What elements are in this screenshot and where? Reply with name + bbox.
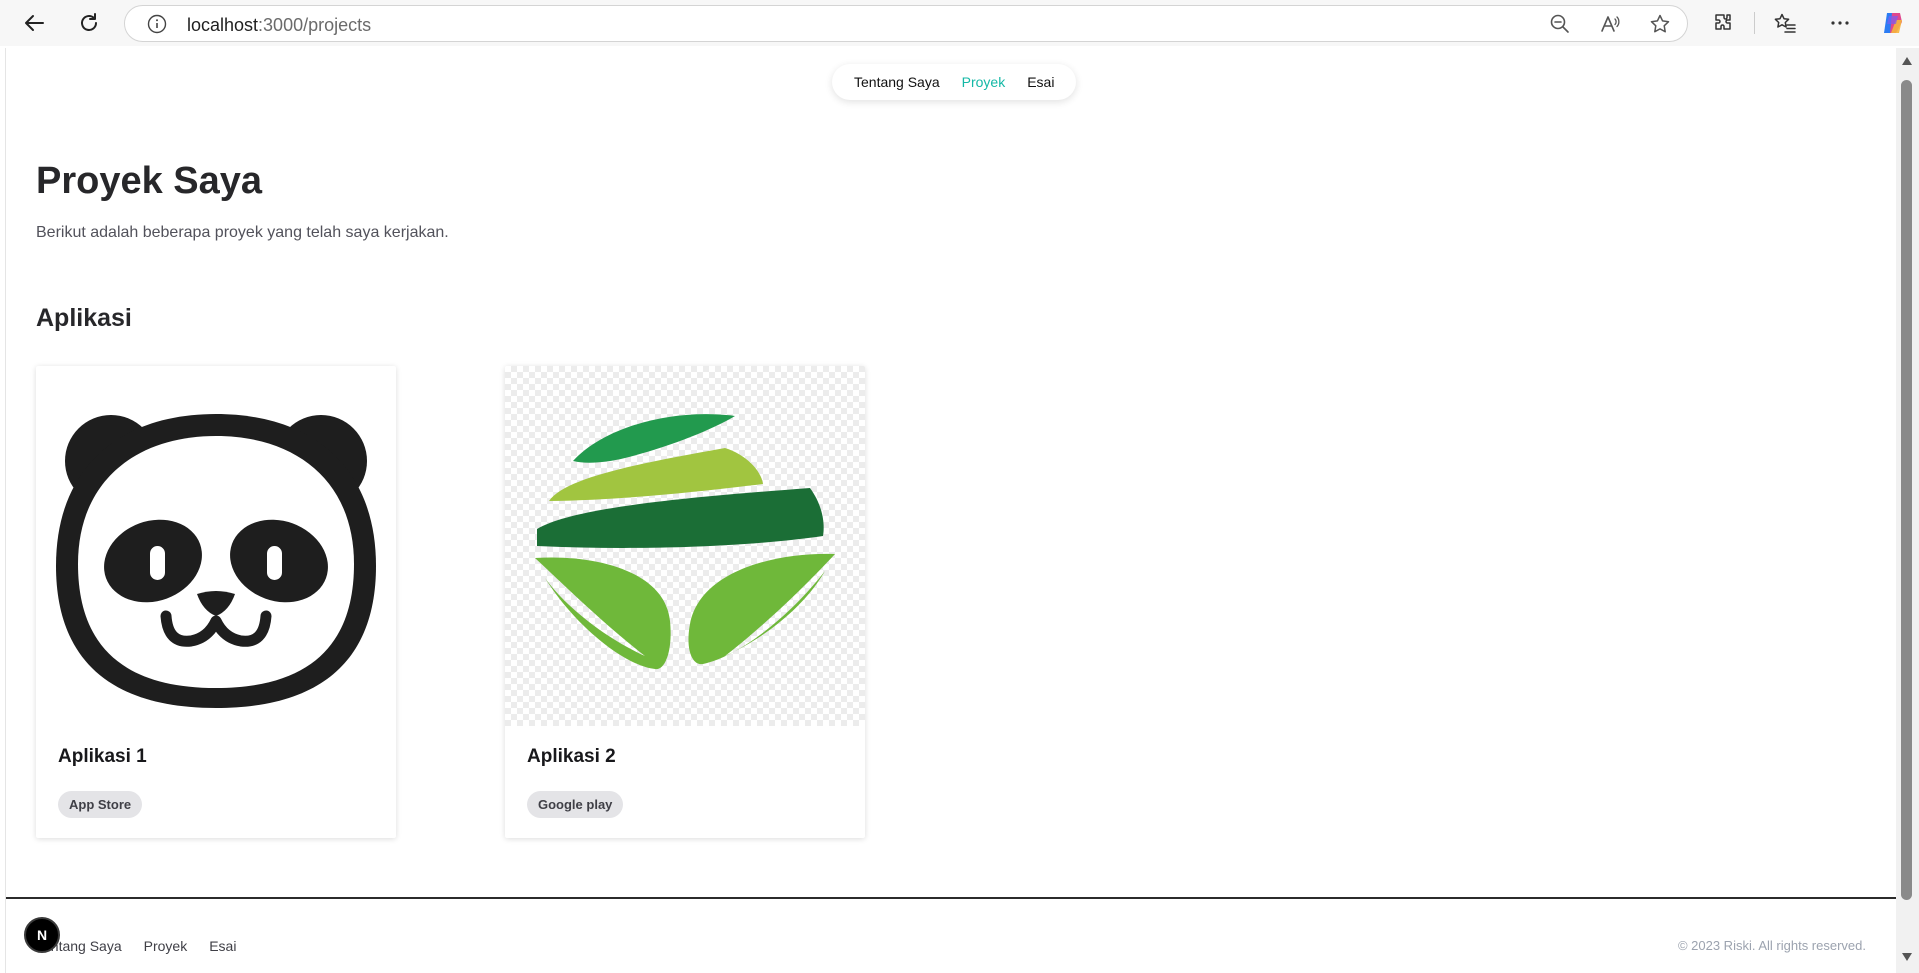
page-scrollbar[interactable] (1896, 48, 1919, 973)
favorites-list-icon (1774, 13, 1796, 33)
page-subtitle: Berikut adalah beberapa proyek yang tela… (36, 224, 449, 241)
toolbar-divider (1754, 12, 1755, 34)
read-aloud-icon[interactable] (1599, 13, 1621, 35)
scroll-up-icon[interactable] (1901, 56, 1913, 66)
project-card-title: Aplikasi 1 (58, 746, 147, 767)
favorites-button[interactable] (1770, 8, 1800, 38)
nextjs-logo-icon: N (36, 927, 48, 943)
panda-logo-icon (56, 414, 376, 708)
top-nav: Tentang Saya Proyek Esai (832, 64, 1077, 100)
nav-link-tentang-saya[interactable]: Tentang Saya (854, 74, 940, 90)
project-image-leaf (505, 366, 865, 726)
scroll-down-icon[interactable] (1901, 952, 1913, 962)
back-arrow-icon (25, 15, 44, 31)
back-button[interactable] (18, 7, 50, 39)
ellipsis-icon (1831, 21, 1849, 25)
extensions-button[interactable] (1709, 8, 1739, 38)
footer-link-esai[interactable]: Esai (209, 938, 236, 954)
nextjs-dev-badge[interactable]: N (24, 917, 60, 953)
project-card-2[interactable]: Aplikasi 2 Google play (505, 366, 865, 838)
browser-toolbar: localhost:3000/projects (0, 0, 1919, 46)
project-card-title: Aplikasi 2 (527, 746, 616, 767)
url-host: localhost (187, 15, 259, 35)
footer-nav: Tentang Saya Proyek Esai (36, 938, 236, 954)
more-menu-button[interactable] (1825, 8, 1855, 38)
nav-link-proyek[interactable]: Proyek (962, 74, 1006, 90)
green-leaf-logo-icon (535, 414, 835, 670)
reload-icon (81, 13, 97, 31)
footer-link-proyek[interactable]: Proyek (144, 938, 188, 954)
site-info-icon[interactable] (147, 14, 167, 39)
zoom-out-icon[interactable] (1549, 13, 1571, 35)
address-bar[interactable]: localhost:3000/projects (124, 5, 1688, 42)
reload-button[interactable] (73, 7, 105, 39)
section-title: Aplikasi (36, 304, 132, 332)
page-title: Proyek Saya (36, 160, 263, 202)
url-text: localhost:3000/projects (187, 15, 371, 36)
platform-tag: Google play (527, 791, 624, 818)
page-viewport: Tentang Saya Proyek Esai Proyek Saya Ber… (5, 48, 1896, 973)
copilot-button[interactable] (1878, 8, 1908, 38)
favorite-star-icon[interactable] (1649, 13, 1671, 35)
project-card-1[interactable]: Aplikasi 1 App Store (36, 366, 396, 838)
puzzle-icon (1715, 14, 1731, 30)
url-path: :3000/projects (258, 15, 372, 35)
platform-tag: App Store (58, 791, 143, 818)
scrollbar-thumb[interactable] (1901, 80, 1912, 900)
copilot-icon (1884, 13, 1902, 33)
project-image-panda (36, 366, 396, 726)
footer-divider (6, 897, 1896, 899)
nav-link-esai[interactable]: Esai (1027, 74, 1054, 90)
copyright-text: © 2023 Riski. All rights reserved. (1677, 938, 1866, 953)
